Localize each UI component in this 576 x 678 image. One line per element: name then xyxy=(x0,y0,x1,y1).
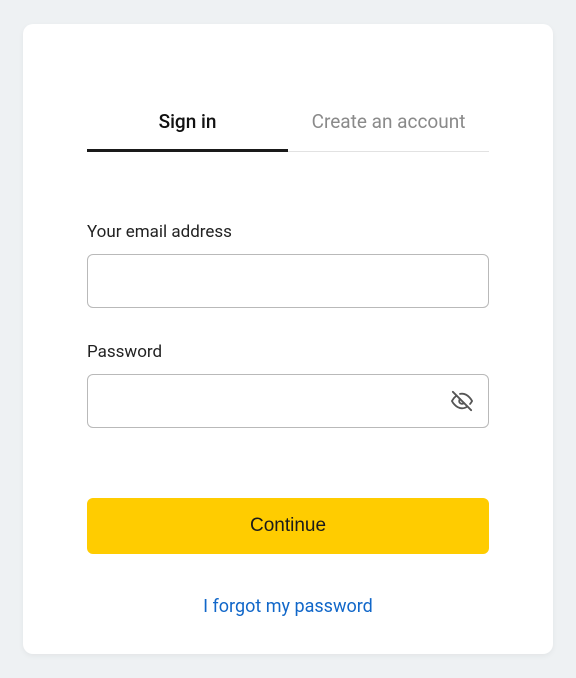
continue-button[interactable]: Continue xyxy=(87,498,489,554)
forgot-password-link[interactable]: I forgot my password xyxy=(87,596,489,617)
tab-create-account[interactable]: Create an account xyxy=(288,110,489,151)
email-field[interactable] xyxy=(87,254,489,308)
auth-card: Sign in Create an account Your email add… xyxy=(23,24,553,654)
tab-sign-in[interactable]: Sign in xyxy=(87,110,288,151)
eye-off-icon[interactable] xyxy=(451,390,473,412)
password-input-wrapper xyxy=(87,374,489,428)
password-field[interactable] xyxy=(87,374,489,428)
password-label: Password xyxy=(87,342,489,362)
password-group: Password xyxy=(87,342,489,428)
auth-tabs: Sign in Create an account xyxy=(87,110,489,152)
email-label: Your email address xyxy=(87,222,489,242)
email-group: Your email address xyxy=(87,222,489,308)
